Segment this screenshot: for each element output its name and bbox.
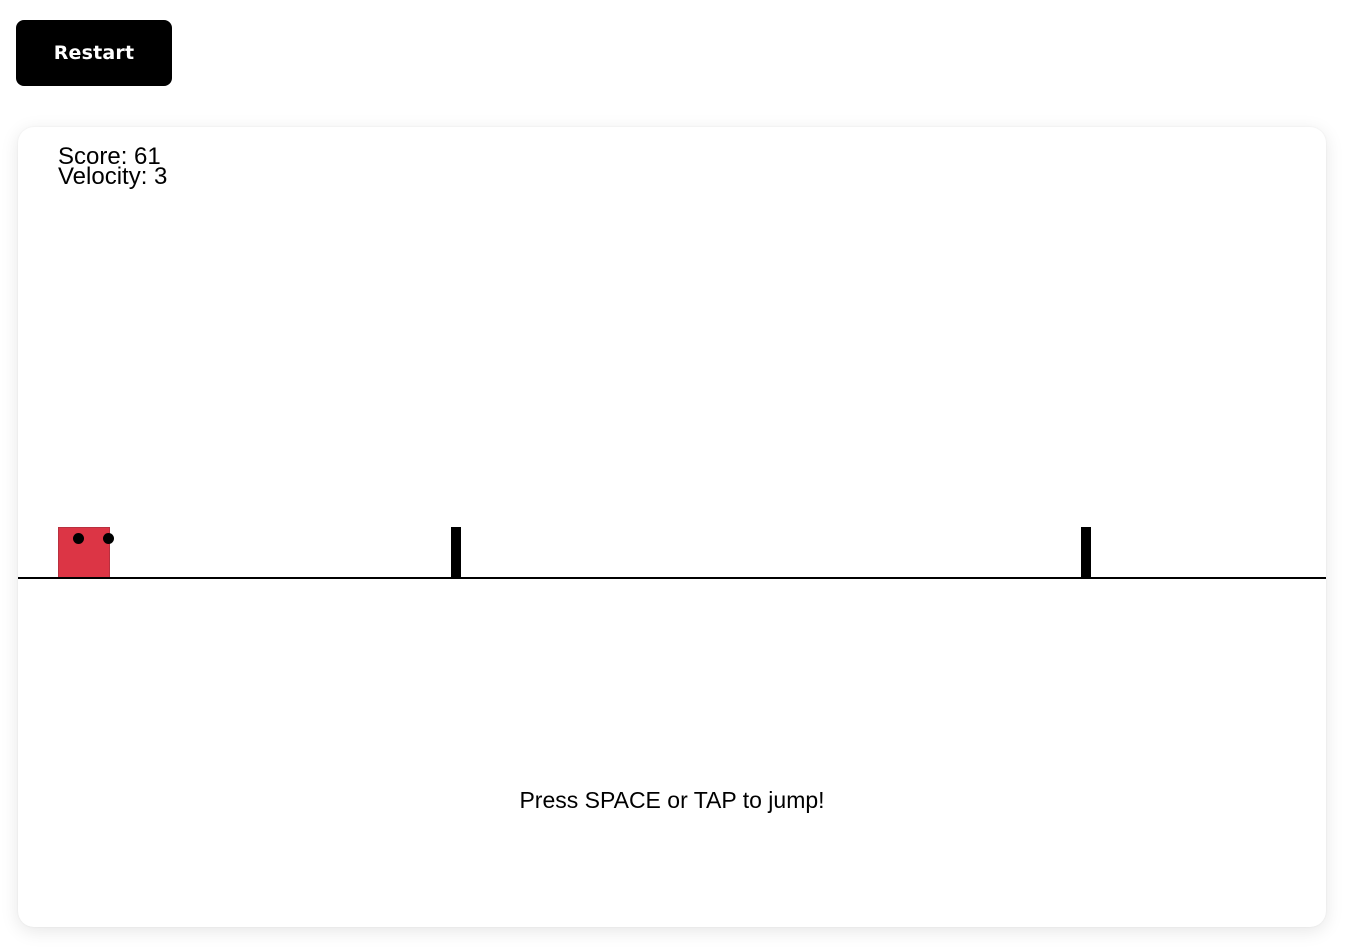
player-left-eye	[73, 533, 84, 544]
player-right-eye	[103, 533, 114, 544]
obstacle	[451, 527, 461, 578]
obstacle	[1081, 527, 1091, 578]
hud: Score: 61 Velocity: 3	[58, 145, 168, 190]
restart-button[interactable]: Restart	[16, 20, 172, 86]
instructions-text: Press SPACE or TAP to jump!	[519, 787, 825, 813]
player-character	[58, 527, 114, 578]
velocity-display: Velocity: 3	[58, 163, 168, 190]
ground-line	[18, 577, 1326, 579]
game-canvas[interactable]: Score: 61 Velocity: 3 Press SPACE or TAP…	[18, 127, 1326, 927]
